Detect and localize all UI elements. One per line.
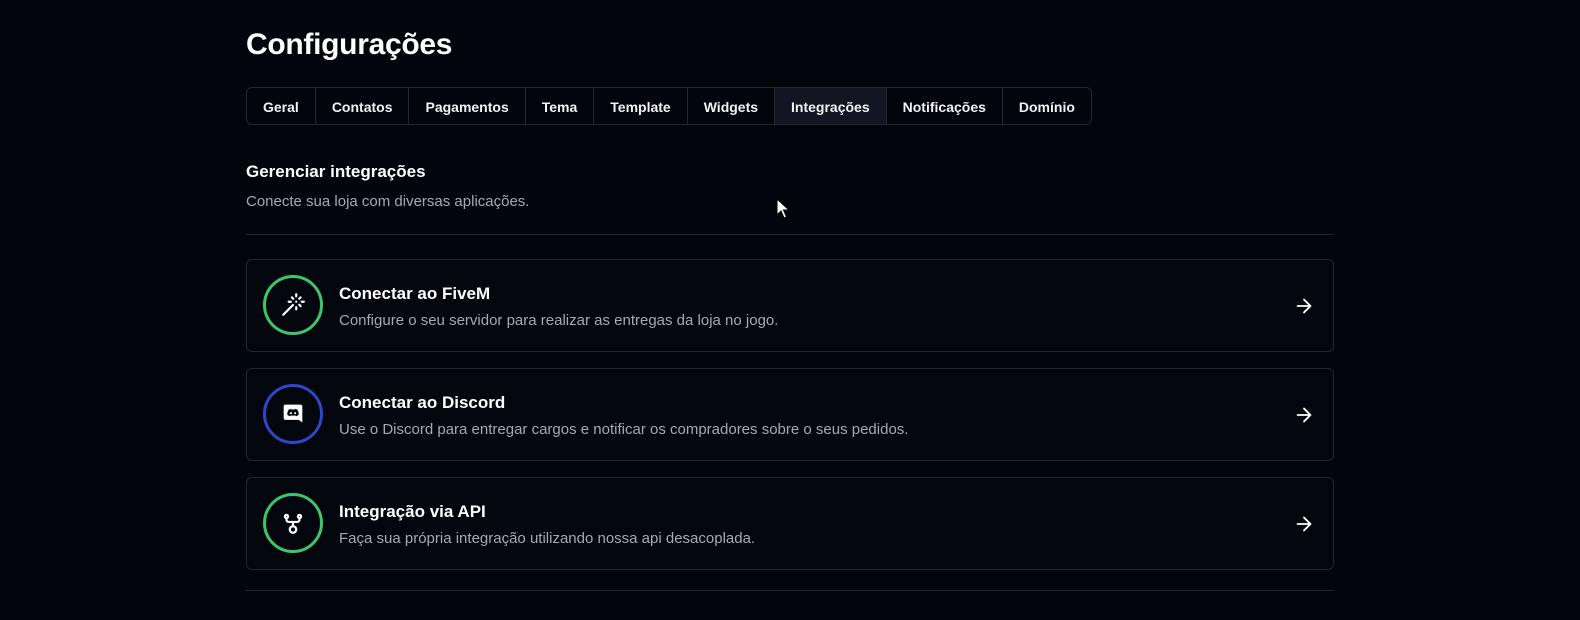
settings-tabs: Geral Contatos Pagamentos Tema Template … [246,87,1092,125]
arrow-right-icon [1296,298,1312,314]
integration-description: Configure o seu servidor para realizar a… [339,312,779,329]
bottom-divider [246,590,1334,591]
tab-contatos[interactable]: Contatos [316,88,410,124]
tab-tema[interactable]: Tema [526,88,595,124]
arrow-right-icon [1296,516,1312,532]
integration-card-api[interactable]: Integração via API Faça sua própria inte… [246,477,1334,570]
integration-title: Conectar ao Discord [339,393,506,412]
discord-icon-ring [263,384,323,444]
tab-template[interactable]: Template [594,88,688,124]
section-subtitle: Conecte sua loja com diversas aplicações… [246,193,530,210]
fivem-icon-ring [263,275,323,335]
integration-title: Conectar ao FiveM [339,284,491,303]
integration-description: Faça sua própria integração utilizando n… [339,530,756,547]
arrow-right-icon [1296,407,1312,423]
integration-description: Use o Discord para entregar cargos e not… [339,421,909,438]
tab-widgets[interactable]: Widgets [688,88,776,124]
tab-geral[interactable]: Geral [247,88,316,124]
tab-pagamentos[interactable]: Pagamentos [409,88,526,124]
tab-notificacoes[interactable]: Notificações [887,88,1003,124]
page-title: Configurações [246,28,453,61]
mouse-cursor-icon [776,198,790,219]
section-title: Gerenciar integrações [246,162,426,181]
section-divider [246,234,1334,235]
magic-wand-icon [282,293,305,316]
tab-integracoes[interactable]: Integrações [775,88,887,124]
git-fork-icon [283,513,303,534]
integration-card-discord[interactable]: Conectar ao Discord Use o Discord para e… [246,368,1334,461]
integration-card-fivem[interactable]: Conectar ao FiveM Configure o seu servid… [246,259,1334,352]
tab-dominio[interactable]: Domínio [1003,88,1091,124]
discord-icon [283,404,303,423]
integration-title: Integração via API [339,502,486,521]
api-icon-ring [263,493,323,553]
